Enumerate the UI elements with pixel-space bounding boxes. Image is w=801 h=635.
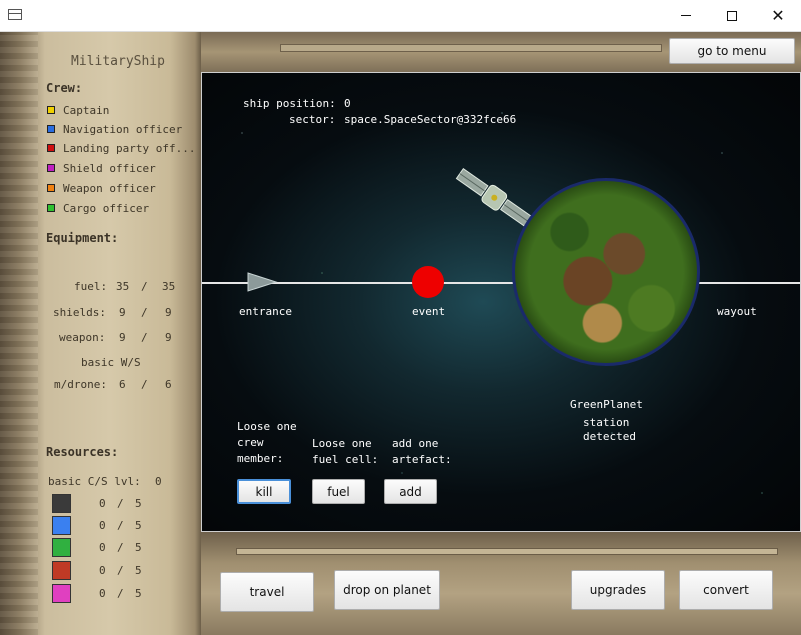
slash: / — [141, 280, 148, 293]
fuel-event-text-line2: fuel cell: — [312, 453, 379, 466]
ship-position-value: 0 — [344, 97, 351, 110]
event-marker[interactable] — [412, 266, 444, 298]
equipment-shields-label: shields: — [53, 306, 106, 319]
resource-red-current: 0 — [99, 564, 106, 577]
travel-button[interactable]: travel — [220, 572, 314, 612]
resource-blue-max: 5 — [135, 519, 142, 532]
crew-color-shield — [47, 164, 55, 172]
crew-color-cargo — [47, 204, 55, 212]
resources-heading: Resources: — [46, 445, 119, 459]
artefact-event-text-line2: artefact: — [392, 453, 452, 466]
event-label: event — [412, 305, 446, 318]
resource-green-max: 5 — [135, 541, 142, 554]
resource-black-max: 5 — [135, 497, 142, 510]
minimize-icon — [681, 15, 691, 16]
equipment-fuel-max: 35 — [162, 280, 176, 293]
station-status-line2: detected — [583, 430, 636, 443]
crew-item-navigation: Navigation officer — [63, 123, 183, 136]
crew-color-landing-party — [47, 144, 55, 152]
slash: / — [141, 306, 148, 319]
crew-color-weapon — [47, 184, 55, 192]
fuel-button[interactable]: fuel — [312, 479, 365, 504]
maximize-button[interactable] — [709, 0, 755, 31]
kill-button[interactable]: kill — [237, 479, 291, 504]
equipment-fuel-current: 35 — [116, 280, 130, 293]
slash: / — [117, 519, 124, 532]
resource-red-max: 5 — [135, 564, 142, 577]
title-bar: ✕ — [0, 0, 801, 32]
sector-label: sector: — [289, 113, 336, 126]
go-to-menu-button[interactable]: go to menu — [669, 38, 795, 64]
minimize-button[interactable] — [663, 0, 709, 31]
close-button[interactable]: ✕ — [755, 0, 801, 31]
equipment-shields-current: 9 — [119, 306, 126, 319]
ship-name: MilitaryShip — [71, 54, 165, 69]
resource-swatch-pink — [52, 584, 71, 603]
sidebar-edge-decoration — [0, 32, 38, 635]
resource-blue-current: 0 — [99, 519, 106, 532]
kill-event-text-line1: Loose one — [237, 420, 297, 433]
resource-green-current: 0 — [99, 541, 106, 554]
artefact-event-text-line1: add one — [392, 437, 439, 450]
slash: / — [117, 541, 124, 554]
resource-swatch-green — [52, 538, 71, 557]
station-status-line1: station — [583, 416, 630, 429]
ship-position-label: ship position: — [243, 97, 336, 110]
equipment-weapon-label: weapon: — [59, 331, 106, 344]
space-view: ship position: 0 sector: space.SpaceSect… — [201, 72, 801, 532]
slash: / — [141, 378, 148, 391]
slash: / — [117, 587, 124, 600]
resource-pink-current: 0 — [99, 587, 106, 600]
cargo-system-label: basic C/S lvl: — [48, 475, 141, 488]
drone-max: 6 — [165, 378, 172, 391]
green-planet[interactable] — [512, 178, 700, 366]
drop-on-planet-button[interactable]: drop on planet — [334, 570, 440, 610]
wayout-label: wayout — [717, 305, 757, 318]
drone-current: 6 — [119, 378, 126, 391]
slash: / — [117, 564, 124, 577]
slash: / — [141, 331, 148, 344]
equipment-fuel-label: fuel: — [74, 280, 108, 293]
player-ship-icon[interactable] — [246, 271, 278, 293]
crew-item-landing-party: Landing party off... — [63, 142, 196, 155]
crew-item-weapon: Weapon officer — [63, 182, 156, 195]
cargo-system-level: 0 — [155, 475, 162, 488]
crew-heading: Crew: — [46, 81, 83, 95]
upgrades-button[interactable]: upgrades — [571, 570, 665, 610]
app-window-icon — [8, 9, 22, 20]
sector-value: space.SpaceSector@332fce66 — [344, 113, 517, 126]
planet-name: GreenPlanet — [570, 398, 643, 411]
starfield — [202, 73, 800, 531]
resource-pink-max: 5 — [135, 587, 142, 600]
equipment-weapon-max: 9 — [165, 331, 172, 344]
equipment-weapon-current: 9 — [119, 331, 126, 344]
crew-color-captain — [47, 106, 55, 114]
crew-item-shield: Shield officer — [63, 162, 156, 175]
maximize-icon — [727, 10, 737, 21]
top-rail-decoration — [280, 44, 662, 52]
resource-black-current: 0 — [99, 497, 106, 510]
kill-event-text-line3: member: — [237, 452, 284, 465]
add-artefact-button[interactable]: add — [384, 479, 437, 504]
resource-swatch-black — [52, 494, 71, 513]
slash: / — [117, 497, 124, 510]
close-icon: ✕ — [771, 6, 785, 25]
resource-swatch-red — [52, 561, 71, 580]
crew-color-navigation — [47, 125, 55, 133]
weapon-system-name: basic W/S — [81, 356, 141, 369]
equipment-heading: Equipment: — [46, 231, 119, 245]
entrance-label: entrance — [239, 305, 292, 318]
equipment-shields-max: 9 — [165, 306, 172, 319]
convert-button[interactable]: convert — [679, 570, 773, 610]
drone-label: m/drone: — [54, 378, 107, 391]
crew-item-cargo: Cargo officer — [63, 202, 150, 215]
bottom-rail-decoration — [236, 548, 778, 555]
resource-swatch-blue — [52, 516, 71, 535]
fuel-event-text-line1: Loose one — [312, 437, 372, 450]
travel-path-line — [202, 282, 800, 284]
crew-item-captain: Captain — [63, 104, 110, 117]
kill-event-text-line2: crew — [237, 436, 264, 449]
